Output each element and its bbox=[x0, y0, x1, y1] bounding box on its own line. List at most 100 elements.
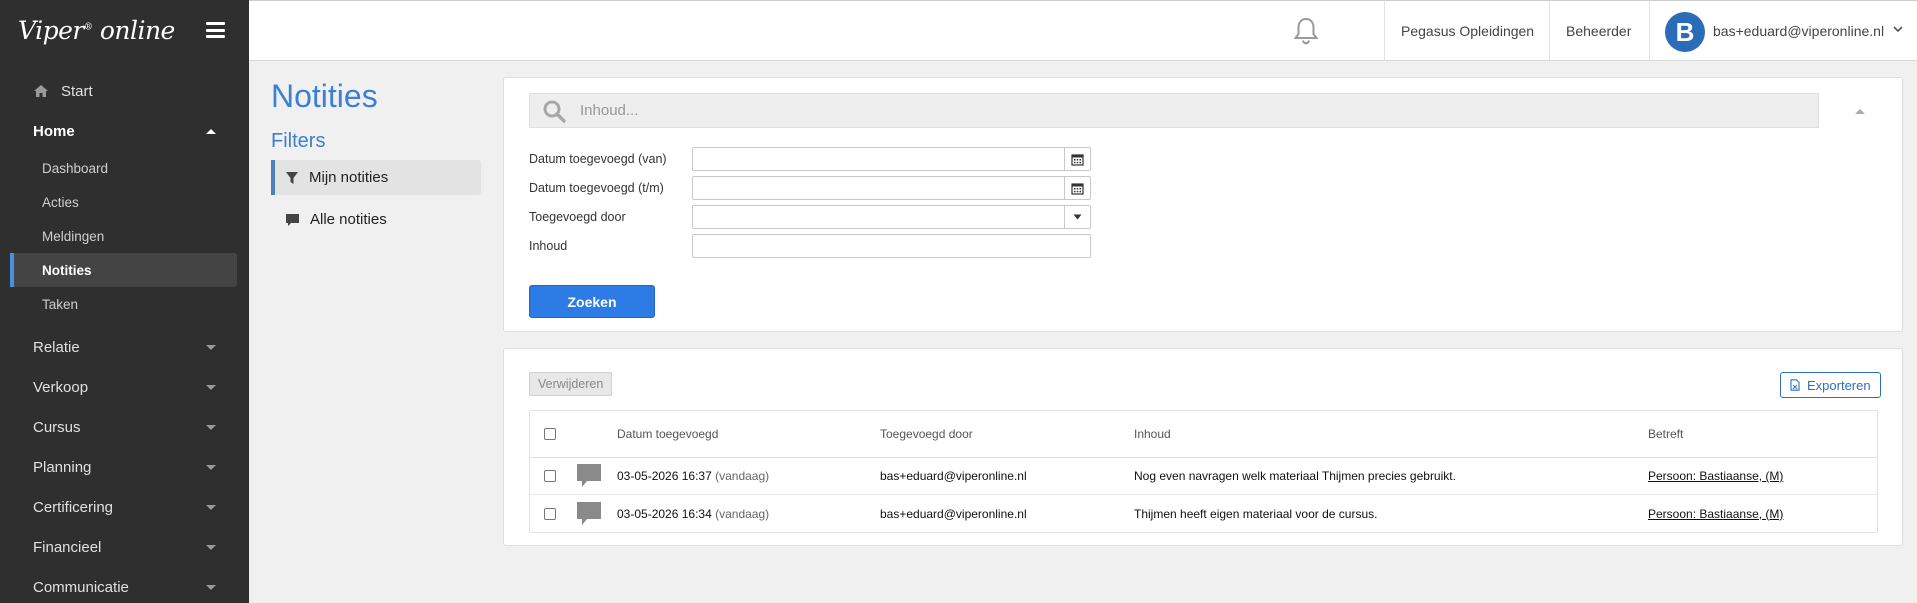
chevron-down-icon bbox=[206, 384, 216, 390]
sidebar-item-relatie[interactable]: Relatie bbox=[0, 327, 249, 367]
filter-mijn-notities[interactable]: Mijn notities bbox=[271, 160, 481, 195]
added-by-select[interactable] bbox=[692, 205, 1091, 229]
sidebar-item-cursus[interactable]: Cursus bbox=[0, 407, 249, 447]
chevron-down-icon bbox=[206, 584, 216, 590]
search-panel: Datum toegevoegd (van) Datum toegevoegd … bbox=[503, 77, 1903, 332]
sidebar-item-planning[interactable]: Planning bbox=[0, 447, 249, 487]
note-concerns-link[interactable]: Persoon: Bastiaanse, (M) bbox=[1648, 469, 1783, 483]
sidebar-nav: Start Home Dashboard Acties Meldingen No… bbox=[0, 71, 249, 603]
notes-table: Datum toegevoegd Toegevoegd door Inhoud … bbox=[529, 410, 1878, 533]
sidebar-item-label: Verkoop bbox=[33, 378, 89, 396]
table-row[interactable]: 03-05-2026 16:37 (vandaag) bas+eduard@vi… bbox=[530, 458, 1877, 495]
export-label: Exporteren bbox=[1807, 377, 1871, 393]
comment-icon bbox=[286, 213, 299, 226]
column-header-concerns[interactable]: Betreft bbox=[1648, 427, 1683, 441]
sidebar-item-label: Start bbox=[61, 82, 93, 100]
menu-toggle-icon[interactable] bbox=[206, 22, 225, 38]
note-content: Nog even navragen welk materiaal Thijmen… bbox=[1134, 469, 1456, 483]
divider bbox=[1549, 1, 1550, 61]
app-logo[interactable]: Viper® online bbox=[18, 16, 175, 45]
calendar-icon[interactable] bbox=[1064, 177, 1090, 199]
logo-suffix: online bbox=[99, 15, 176, 45]
sidebar-item-label: Financieel bbox=[33, 538, 102, 556]
chevron-up-icon[interactable] bbox=[1854, 107, 1866, 115]
note-date: 03-05-2026 16:34 (vandaag) bbox=[617, 507, 769, 521]
note-date-value: 03-05-2026 16:37 bbox=[617, 469, 712, 483]
sidebar-item-acties[interactable]: Acties bbox=[10, 185, 237, 219]
chevron-down-icon[interactable] bbox=[1893, 25, 1903, 33]
filter-alle-notities[interactable]: Alle notities bbox=[271, 202, 481, 237]
chevron-down-icon[interactable] bbox=[1064, 206, 1090, 228]
date-from-field[interactable] bbox=[692, 147, 1091, 171]
sidebar-item-label: Relatie bbox=[33, 338, 80, 356]
chevron-up-icon bbox=[206, 128, 216, 134]
added-by-row: Toegevoegd door bbox=[529, 204, 1091, 230]
content-row: Inhoud bbox=[529, 233, 1091, 259]
search-button[interactable]: Zoeken bbox=[529, 285, 655, 318]
search-icon bbox=[543, 100, 566, 123]
sidebar-item-taken[interactable]: Taken bbox=[10, 287, 237, 321]
sidebar-item-home[interactable]: Home bbox=[0, 111, 249, 151]
column-header-added-by[interactable]: Toegevoegd door bbox=[880, 427, 973, 441]
sidebar-item-notities[interactable]: Notities bbox=[10, 253, 237, 287]
sidebar-item-certificering[interactable]: Certificering bbox=[0, 487, 249, 527]
note-date-relative: (vandaag) bbox=[715, 469, 770, 483]
sidebar-item-label: Home bbox=[33, 122, 75, 140]
sidebar: Viper® online Start Home Dashboard Actie… bbox=[0, 0, 249, 603]
note-content: Thijmen heeft eigen materiaal voor de cu… bbox=[1134, 506, 1378, 521]
avatar[interactable]: B bbox=[1665, 12, 1705, 52]
export-button[interactable]: Exporteren bbox=[1780, 372, 1881, 398]
sidebar-item-label: Certificering bbox=[33, 498, 114, 516]
date-to-label: Datum toegevoegd (t/m) bbox=[529, 181, 664, 195]
sidebar-item-label: Planning bbox=[33, 458, 92, 476]
file-export-icon bbox=[1790, 379, 1800, 391]
sidebar-item-communicatie[interactable]: Communicatie bbox=[0, 567, 249, 603]
sidebar-item-start[interactable]: Start bbox=[0, 71, 249, 111]
divider bbox=[1384, 1, 1385, 61]
table-header: Datum toegevoegd Toegevoegd door Inhoud … bbox=[530, 411, 1877, 458]
column-header-content[interactable]: Inhoud bbox=[1134, 427, 1171, 441]
filters-title: Filters bbox=[271, 130, 326, 152]
sidebar-item-meldingen[interactable]: Meldingen bbox=[10, 219, 237, 253]
note-added-by: bas+eduard@viperonline.nl bbox=[880, 469, 1027, 483]
sidebar-item-verkoop[interactable]: Verkoop bbox=[0, 367, 249, 407]
chevron-down-icon bbox=[206, 544, 216, 550]
date-from-label: Datum toegevoegd (van) bbox=[529, 152, 667, 166]
note-added-by: bas+eduard@viperonline.nl bbox=[880, 506, 1027, 521]
filter-label: Alle notities bbox=[310, 211, 387, 228]
delete-button[interactable]: Verwijderen bbox=[529, 372, 613, 396]
content-label: Inhoud bbox=[529, 239, 568, 253]
row-checkbox[interactable] bbox=[544, 507, 556, 520]
top-bar: Pegasus Opleidingen Beheerder B bas+edua… bbox=[249, 0, 1917, 61]
date-from-row: Datum toegevoegd (van) bbox=[529, 146, 1091, 172]
note-concerns-link[interactable]: Persoon: Bastiaanse, (M) bbox=[1648, 507, 1783, 521]
column-header-date[interactable]: Datum toegevoegd bbox=[617, 427, 718, 441]
select-all-checkbox[interactable] bbox=[544, 428, 556, 440]
organization-link[interactable]: Pegasus Opleidingen bbox=[1401, 23, 1534, 39]
content-field[interactable] bbox=[692, 234, 1091, 258]
divider bbox=[1649, 1, 1650, 61]
search-input[interactable] bbox=[580, 102, 1780, 119]
filter-label: Mijn notities bbox=[309, 169, 389, 186]
notification-bell-icon[interactable] bbox=[1293, 17, 1319, 45]
filter-icon bbox=[286, 171, 298, 184]
search-box[interactable] bbox=[529, 93, 1819, 128]
comment-icon bbox=[577, 501, 601, 525]
sidebar-item-financieel[interactable]: Financieel bbox=[0, 527, 249, 567]
calendar-icon[interactable] bbox=[1064, 148, 1090, 170]
chevron-down-icon bbox=[206, 464, 216, 470]
results-panel: Verwijderen Exporteren Datum toegevoegd … bbox=[503, 348, 1903, 546]
chevron-down-icon bbox=[206, 504, 216, 510]
user-menu[interactable]: bas+eduard@viperonline.nl bbox=[1713, 23, 1884, 39]
row-checkbox[interactable] bbox=[544, 470, 556, 482]
logo-bar: Viper® online bbox=[0, 0, 249, 60]
note-date-value: 03-05-2026 16:34 bbox=[617, 506, 712, 521]
role-link[interactable]: Beheerder bbox=[1566, 23, 1631, 39]
note-date-relative: (vandaag) bbox=[715, 506, 770, 521]
date-to-field[interactable] bbox=[692, 176, 1091, 200]
page-title: Notities bbox=[271, 78, 378, 114]
sidebar-item-dashboard[interactable]: Dashboard bbox=[10, 151, 237, 185]
chevron-down-icon bbox=[206, 344, 216, 350]
added-by-label: Toegevoegd door bbox=[529, 210, 626, 224]
table-row[interactable]: 03-05-2026 16:34 (vandaag) bas+eduard@vi… bbox=[530, 495, 1877, 532]
